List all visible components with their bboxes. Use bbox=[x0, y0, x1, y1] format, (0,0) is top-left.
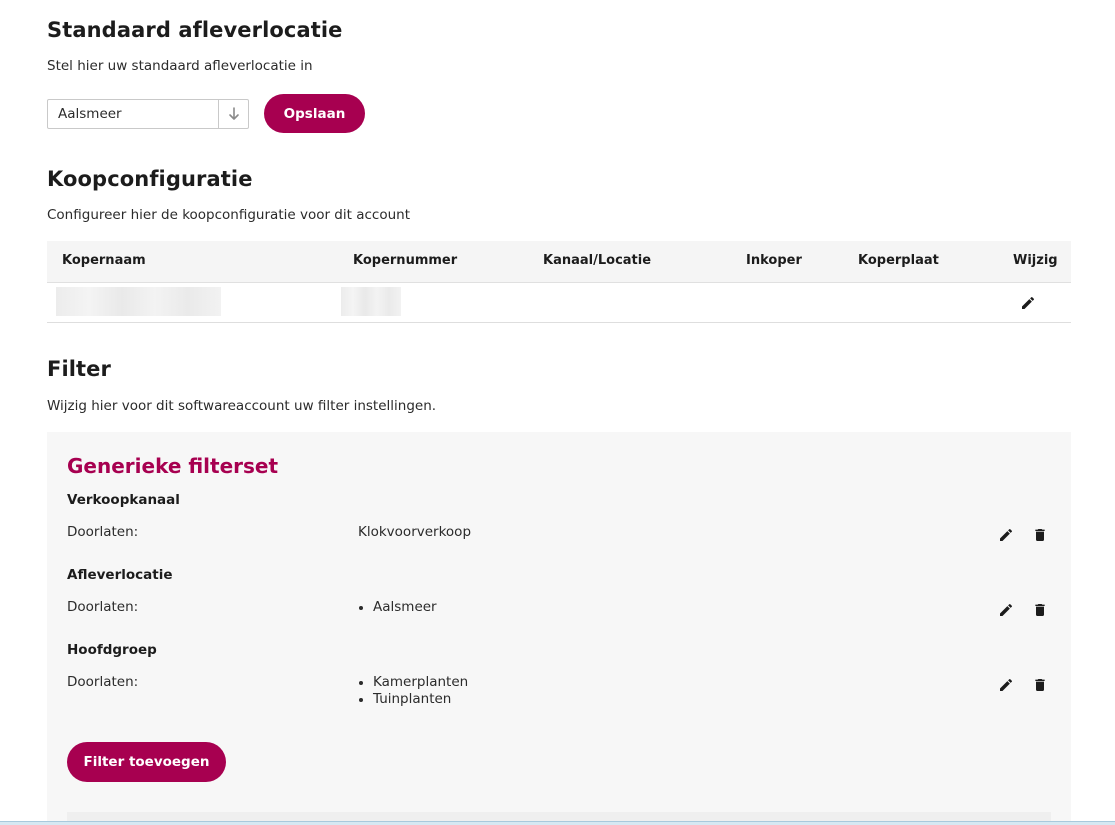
filter-group-value: Klokvoorverkoop bbox=[358, 524, 472, 540]
table-header: Kopernaam Kopernummer Kanaal/Locatie Ink… bbox=[47, 241, 1071, 283]
column-header: Wijzig bbox=[1013, 253, 1058, 268]
column-header: Inkoper bbox=[746, 253, 802, 268]
filter-group-label: Doorlaten: bbox=[67, 674, 139, 690]
filter-group-title: Hoofdgroep bbox=[67, 642, 157, 658]
column-header: Kopernummer bbox=[353, 253, 458, 268]
table-row bbox=[47, 283, 1071, 323]
buy-config-title: Koopconfiguratie bbox=[47, 167, 253, 191]
filter-group-title: Afleverlocatie bbox=[67, 567, 173, 583]
pencil-icon[interactable] bbox=[1019, 294, 1037, 312]
filter-set-panel: Generieke filterset Verkoopkanaal Doorla… bbox=[47, 432, 1071, 825]
buy-config-table: Kopernaam Kopernummer Kanaal/Locatie Ink… bbox=[47, 241, 1071, 323]
column-header: Kopernaam bbox=[62, 253, 146, 268]
filter-group-title: Verkoopkanaal bbox=[67, 492, 180, 508]
pencil-icon[interactable] bbox=[997, 676, 1015, 694]
pencil-icon[interactable] bbox=[997, 601, 1015, 619]
filter-set-title: Generieke filterset bbox=[67, 454, 279, 478]
location-select-value: Aalsmeer bbox=[58, 106, 122, 122]
chevron-down-icon[interactable] bbox=[219, 100, 249, 128]
filter-subtitle: Wijzig hier voor dit softwareaccount uw … bbox=[47, 398, 437, 414]
delivery-subtitle: Stel hier uw standaard afleverlocatie in bbox=[47, 58, 313, 74]
filter-group-label: Doorlaten: bbox=[67, 524, 139, 540]
filter-group-values: Aalsmeer bbox=[358, 599, 437, 616]
list-item: Aalsmeer bbox=[358, 599, 437, 616]
redacted-buyer-number bbox=[341, 287, 401, 316]
list-item: Kamerplanten bbox=[358, 674, 468, 691]
trash-icon[interactable] bbox=[1031, 601, 1049, 619]
column-header: Kanaal/Locatie bbox=[543, 253, 652, 268]
filter-title: Filter bbox=[47, 357, 111, 381]
column-header: Koperplaat bbox=[858, 253, 939, 268]
redacted-buyer-name bbox=[56, 287, 221, 316]
trash-icon[interactable] bbox=[1031, 676, 1049, 694]
save-button[interactable]: Opslaan bbox=[264, 94, 365, 133]
buy-config-subtitle: Configureer hier de koopconfiguratie voo… bbox=[47, 207, 410, 223]
filter-group-values: Kamerplanten Tuinplanten bbox=[358, 674, 468, 708]
trash-icon[interactable] bbox=[1031, 526, 1049, 544]
taskbar-edge bbox=[0, 821, 1115, 825]
list-item: Tuinplanten bbox=[358, 691, 468, 708]
filter-group-label: Doorlaten: bbox=[67, 599, 139, 615]
add-filter-button[interactable]: Filter toevoegen bbox=[67, 742, 226, 782]
delivery-title: Standaard afleverlocatie bbox=[47, 18, 343, 42]
pencil-icon[interactable] bbox=[997, 526, 1015, 544]
location-select[interactable]: Aalsmeer bbox=[47, 99, 249, 129]
